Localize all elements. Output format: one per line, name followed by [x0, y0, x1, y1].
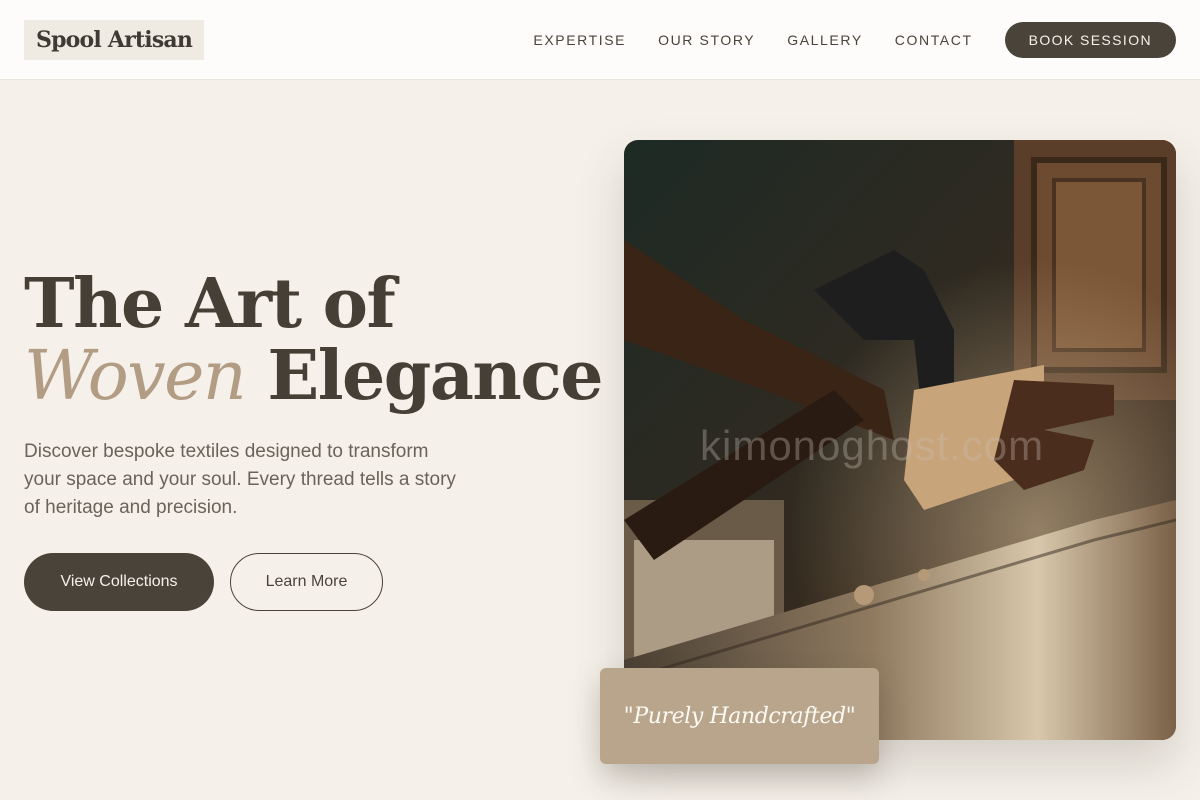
hero-description: Discover bespoke textiles designed to tr…: [24, 441, 456, 518]
hero-title-rest: Elegance: [267, 336, 603, 416]
hero-title-accent: Woven: [24, 337, 247, 416]
nav-link-our-story[interactable]: OUR STORY: [658, 32, 755, 48]
hero-title-line1: The Art of: [24, 264, 396, 344]
learn-more-button[interactable]: Learn More: [230, 553, 383, 611]
site-header: Spool Artisan EXPERTISE OUR STORY GALLER…: [0, 0, 1200, 80]
nav-link-gallery[interactable]: GALLERY: [787, 32, 863, 48]
badge-text: "Purely Handcrafted": [623, 703, 856, 729]
nav-link-expertise[interactable]: EXPERTISE: [533, 32, 626, 48]
watermark-text: kimonoghost.com: [700, 422, 1045, 469]
view-collections-button[interactable]: View Collections: [24, 553, 214, 611]
nav-link-contact[interactable]: CONTACT: [895, 32, 973, 48]
brand-logo[interactable]: Spool Artisan: [24, 20, 205, 60]
main-nav: EXPERTISE OUR STORY GALLERY CONTACT BOOK…: [533, 22, 1176, 58]
hero-title: The Art of Woven Elegance: [24, 268, 603, 416]
book-session-button[interactable]: BOOK SESSION: [1004, 22, 1176, 58]
hero-image: kimonoghost.com: [624, 140, 1176, 740]
handcrafted-badge: "Purely Handcrafted": [600, 668, 879, 764]
